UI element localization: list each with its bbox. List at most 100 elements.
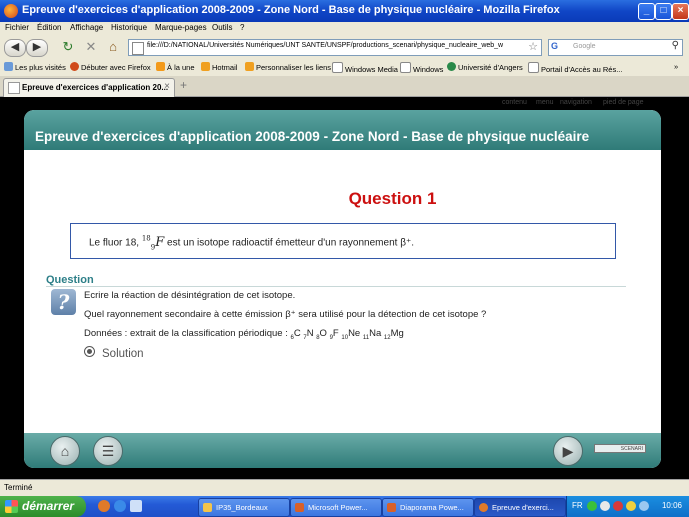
divider: [46, 286, 626, 287]
reload-icon[interactable]: ↻: [60, 39, 76, 55]
question-mark-icon: ?: [51, 289, 76, 315]
url-bar[interactable]: file:///D:/NATIONAL/Universités Numériqu…: [128, 39, 542, 56]
url-text: file:///D:/NATIONAL/Universités Numériqu…: [147, 42, 504, 49]
link-menu[interactable]: menu: [536, 99, 554, 106]
menu-historique[interactable]: Historique: [111, 23, 147, 32]
stop-icon[interactable]: ✕: [83, 39, 99, 55]
tray-icon[interactable]: [587, 501, 597, 511]
maximize-button[interactable]: □: [655, 3, 672, 20]
tray-icon[interactable]: [639, 501, 649, 511]
search-placeholder: Google: [573, 43, 596, 50]
page-icon: [400, 62, 411, 73]
link-contenu[interactable]: contenu: [502, 99, 527, 106]
expand-icon: [84, 346, 95, 357]
question-title: Question 1: [348, 189, 437, 208]
taskbar-item[interactable]: IP35_Bordeaux: [198, 498, 290, 517]
home-icon: ⌂: [60, 443, 70, 459]
new-tab-icon[interactable]: +: [180, 78, 187, 92]
bookmark-item[interactable]: Windows: [400, 62, 443, 74]
taskbar: démarrer IP35_Bordeaux Microsoft Power..…: [0, 496, 689, 517]
firefox-bookmark-icon: [70, 62, 79, 71]
page-icon: [332, 62, 343, 73]
isotope-notation: 189F: [141, 235, 165, 252]
play-icon: ▶: [562, 443, 574, 459]
solution-toggle[interactable]: Solution: [84, 346, 144, 360]
bookmark-item[interactable]: Personnaliser les liens: [245, 62, 331, 72]
tray-icon[interactable]: [613, 501, 623, 511]
rss-icon: [156, 62, 165, 71]
statement-text: Le fluor 18, 189F est un isotope radioac…: [89, 235, 414, 252]
firefox-icon: [4, 4, 18, 18]
scenari-badge: SCENARI: [594, 444, 646, 453]
language-indicator[interactable]: FR: [572, 501, 583, 510]
bookmark-item[interactable]: Les plus visités: [4, 62, 66, 72]
menu-button[interactable]: ☰: [93, 436, 123, 466]
page-icon: [132, 42, 144, 55]
home-button[interactable]: ⌂: [50, 436, 80, 466]
bookmark-star-icon[interactable]: ☆: [528, 40, 538, 53]
bookmark-folder-icon: [4, 62, 13, 71]
university-icon: [447, 62, 456, 71]
menu-edition[interactable]: Édition: [37, 23, 61, 32]
forward-button[interactable]: ▶: [26, 39, 48, 57]
module-title: Epreuve d'exercices d'application 2008-2…: [35, 129, 590, 144]
start-button[interactable]: démarrer: [0, 496, 86, 517]
search-icon[interactable]: ⚲: [672, 40, 679, 51]
navigation-toolbar: ◀ ▶ ↻ ✕ ⌂ file:///D:/NATIONAL/Université…: [0, 36, 689, 58]
home-icon[interactable]: ⌂: [105, 39, 121, 55]
statement-box: Le fluor 18, 189F est un isotope radioac…: [70, 223, 616, 259]
clock: 10:06: [661, 501, 682, 510]
powerpoint-icon: [387, 503, 396, 512]
link-navigation[interactable]: navigation: [560, 99, 592, 106]
bookmark-item[interactable]: À la une: [156, 62, 195, 72]
tab-bar: Epreuve d'exercices d'application 20... …: [0, 76, 689, 97]
taskbar-item[interactable]: Diaporama Powe...: [382, 498, 474, 517]
firefox-icon: [479, 503, 488, 512]
link-icon: [245, 62, 254, 71]
folder-icon: [203, 503, 212, 512]
menu-help[interactable]: ?: [240, 23, 244, 32]
tab-title: Epreuve d'exercices d'application 20...: [22, 83, 169, 92]
search-input[interactable]: G Google ⚲: [548, 39, 683, 56]
link-pied-de-page[interactable]: pied de page: [603, 99, 643, 106]
window-title: Epreuve d'exercices d'application 2008-2…: [22, 4, 560, 16]
bookmarks-bar: Les plus visités Débuter avec Firefox À …: [0, 58, 689, 77]
question-label: Question: [46, 274, 94, 286]
title-bar: Epreuve d'exercices d'application 2008-2…: [0, 0, 689, 22]
tray-icon[interactable]: [600, 501, 610, 511]
menu-affichage[interactable]: Affichage: [70, 23, 103, 32]
powerpoint-icon: [295, 503, 304, 512]
bookmark-item[interactable]: Portail d'Accès au Rés...: [528, 62, 622, 74]
bookmark-item[interactable]: Débuter avec Firefox: [70, 62, 151, 72]
ie-quicklaunch-icon[interactable]: [114, 500, 126, 512]
desktop-quicklaunch-icon[interactable]: [130, 500, 142, 512]
module-footer: ⌂ ☰ ▶ SCENARI: [24, 433, 661, 468]
data-line: Données : extrait de la classification p…: [84, 328, 404, 341]
bookmark-item[interactable]: Hotmail: [201, 62, 237, 72]
system-tray: FR 10:06: [566, 496, 689, 517]
next-button[interactable]: ▶: [553, 436, 583, 466]
page-icon: [8, 82, 20, 94]
module-panel: Epreuve d'exercices d'application 2008-2…: [24, 110, 661, 468]
bookmark-item[interactable]: Université d'Angers: [447, 62, 523, 72]
close-button[interactable]: ×: [672, 3, 689, 20]
taskbar-item[interactable]: Microsoft Power...: [290, 498, 382, 517]
back-button[interactable]: ◀: [4, 39, 26, 57]
close-tab-icon[interactable]: ×: [164, 81, 170, 92]
menu-fichier[interactable]: Fichier: [5, 23, 29, 32]
search-engine-icon[interactable]: G: [551, 41, 558, 51]
bookmarks-overflow-icon[interactable]: »: [674, 62, 678, 71]
firefox-quicklaunch-icon[interactable]: [98, 500, 110, 512]
taskbar-item-active[interactable]: Epreuve d'exerci...: [474, 498, 566, 517]
status-bar: Terminé: [0, 479, 689, 496]
bookmark-item[interactable]: Windows Media: [332, 62, 398, 74]
tray-icon[interactable]: [626, 501, 636, 511]
question-line: Quel rayonnement secondaire à cette émis…: [84, 309, 487, 320]
windows-logo-icon: [5, 500, 18, 513]
menu-outils[interactable]: Outils: [212, 23, 232, 32]
menu-marque-pages[interactable]: Marque-pages: [155, 23, 207, 32]
menu-bar: Fichier Édition Affichage Historique Mar…: [0, 22, 689, 36]
minimize-button[interactable]: _: [638, 3, 655, 20]
tab-active[interactable]: Epreuve d'exercices d'application 20... …: [3, 78, 175, 97]
question-line: Ecrire la réaction de désintégration de …: [84, 290, 296, 301]
